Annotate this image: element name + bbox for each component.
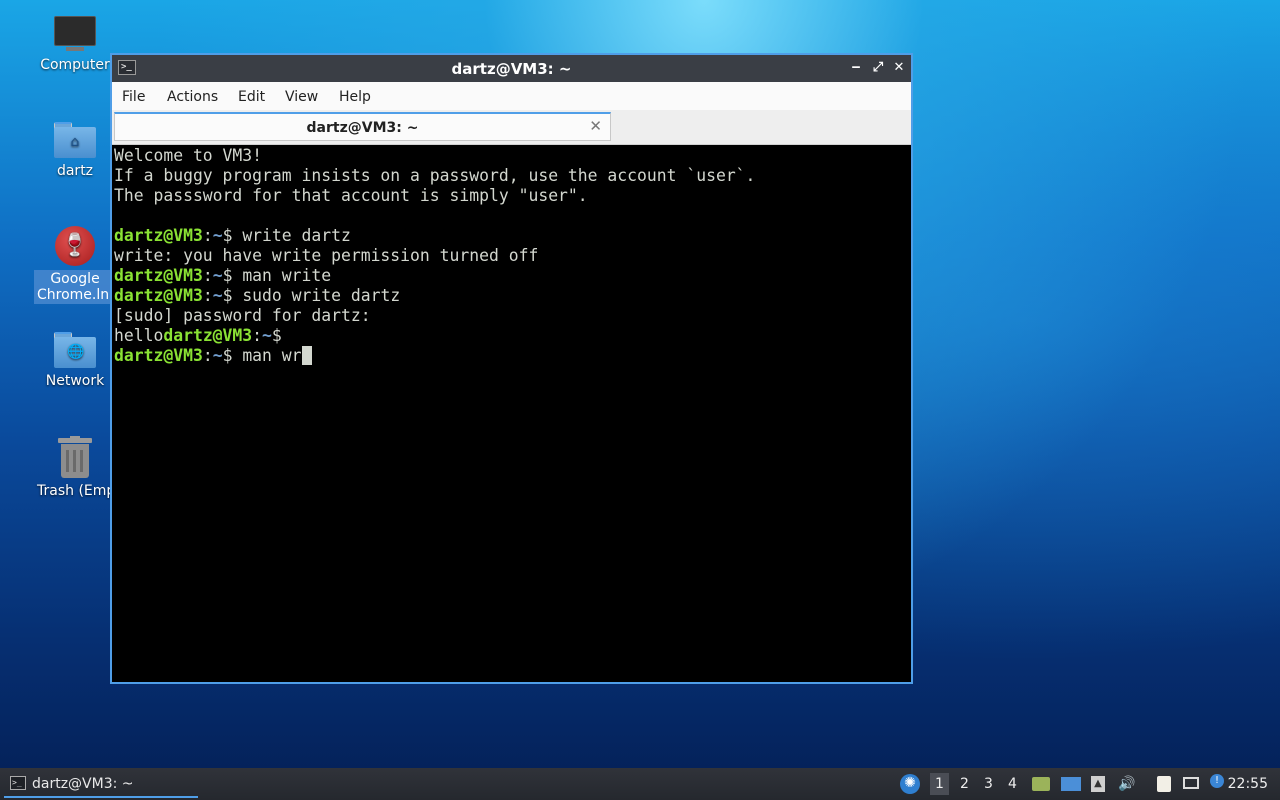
terminal-text: [sudo] password for dartz: — [114, 306, 371, 325]
terminal-line: [sudo] password for dartz: — [114, 306, 911, 326]
menu-edit[interactable]: Edit — [238, 89, 265, 105]
network-folder-icon: 🌐 — [54, 332, 96, 368]
terminal-line: hellodartz@VM3:~$ — [114, 326, 911, 346]
desktop-icon-label: Computer — [40, 57, 110, 73]
terminal-line: write: you have write permission turned … — [114, 246, 911, 266]
terminal-window[interactable]: >_ dartz@VM3: ~ ‒ ⤢ ✕ File Actions Edit … — [110, 53, 913, 684]
prompt-separator: : — [202, 286, 213, 305]
close-button[interactable]: ✕ — [890, 59, 908, 77]
desktop-icon-home[interactable]: ⌂ dartz — [34, 122, 116, 184]
lxqt-icon[interactable]: ✺ — [900, 774, 920, 794]
terminal-text: man wr — [242, 346, 302, 365]
wine-icon: 🍷 — [55, 226, 95, 266]
minimize-button[interactable]: ‒ — [847, 59, 865, 77]
terminal-text: The passsword for that account is simply… — [114, 186, 588, 205]
desktop-icon-label: dartz — [56, 163, 94, 179]
prompt-user: dartz@VM3 — [114, 286, 203, 305]
taskbar-task-terminal[interactable]: >_ dartz@VM3: ~ — [4, 770, 198, 798]
eject-icon[interactable]: ▲ — [1091, 776, 1105, 792]
menu-file[interactable]: File — [122, 89, 145, 105]
home-folder-icon: ⌂ — [54, 122, 96, 158]
terminal-text: hello — [114, 326, 164, 345]
prompt-separator: : — [202, 266, 213, 285]
terminal-line: dartz@VM3:~$ sudo write dartz — [114, 286, 911, 306]
tab-close-button[interactable]: ✕ — [589, 117, 602, 135]
tab-terminal[interactable]: dartz@VM3: ~ ✕ — [114, 112, 611, 141]
desktop-icon-computer[interactable]: Computer — [34, 16, 116, 78]
prompt-user: dartz@VM3 — [114, 226, 203, 245]
taskbar-task-label: dartz@VM3: ~ — [32, 776, 134, 792]
desktop-icon-trash[interactable]: Trash (Empt — [34, 436, 120, 504]
computer-icon — [54, 16, 96, 52]
prompt-path: ~ — [212, 226, 223, 245]
menu-view[interactable]: View — [285, 89, 318, 105]
tab-label: dartz@VM3: ~ — [306, 120, 419, 136]
display-icon[interactable] — [1061, 777, 1081, 791]
desktop-switch-1[interactable]: 1 — [930, 773, 949, 795]
maximize-button[interactable]: ⤢ — [869, 59, 887, 77]
prompt-path: ~ — [212, 286, 223, 305]
prompt-symbol: $ — [222, 346, 243, 365]
desktop-switch-2[interactable]: 2 — [960, 776, 969, 792]
clock[interactable]: 22:55 — [1228, 776, 1268, 792]
terminal-line: dartz@VM3:~$ man write — [114, 266, 911, 286]
prompt-path: ~ — [212, 266, 223, 285]
clipboard-icon[interactable] — [1157, 776, 1171, 792]
terminal-line: dartz@VM3:~$ write dartz — [114, 226, 911, 246]
desktop-switch-3[interactable]: 3 — [984, 776, 993, 792]
prompt-path: ~ — [262, 326, 272, 345]
terminal-text: man write — [242, 266, 332, 285]
prompt-user: dartz@VM3 — [114, 346, 203, 365]
prompt-separator: : — [202, 226, 213, 245]
terminal-text: write dartz — [242, 226, 351, 245]
prompt-symbol: $ — [222, 226, 243, 245]
window-title: dartz@VM3: ~ — [451, 60, 572, 78]
desktop-icon-network[interactable]: 🌐 Network — [34, 332, 116, 394]
taskbar: >_ dartz@VM3: ~ ✺ 1 2 3 4 ▲ 🔊 ! 22:55 — [0, 768, 1280, 800]
desktop-icon-google-chrome[interactable]: 🍷 Google Chrome.lnk — [34, 226, 116, 304]
terminal-cursor — [301, 346, 312, 365]
terminal-line: dartz@VM3:~$ man wr — [114, 346, 911, 366]
desktop-switch-4[interactable]: 4 — [1008, 776, 1017, 792]
terminal-text: write: you have write permission turned … — [114, 246, 539, 265]
prompt-user: dartz@VM3 — [163, 326, 253, 345]
prompt-user: dartz@VM3 — [114, 266, 203, 285]
menu-help[interactable]: Help — [339, 89, 371, 105]
desktop-icon-label: Network — [45, 373, 105, 389]
desktop-icon-label-line1: Google — [50, 271, 100, 287]
prompt-path: ~ — [212, 346, 223, 365]
network-icon[interactable] — [1183, 777, 1199, 789]
menu-actions[interactable]: Actions — [167, 89, 218, 105]
prompt-separator: : — [252, 326, 263, 345]
terminal-text: sudo write dartz — [242, 286, 401, 305]
terminal-icon: >_ — [10, 776, 26, 790]
terminal-text: Welcome to VM3! — [114, 146, 263, 165]
terminal-line: If a buggy program insists on a password… — [114, 166, 911, 186]
prompt-separator: : — [202, 346, 213, 365]
window-titlebar[interactable]: >_ dartz@VM3: ~ ‒ ⤢ ✕ — [112, 55, 911, 82]
terminal-output[interactable]: Welcome to VM3! If a buggy program insist… — [114, 146, 911, 682]
terminal-line: The passsword for that account is simply… — [114, 186, 911, 206]
desktop-icon-label-line2: Chrome.lnk — [37, 287, 116, 303]
update-icon[interactable]: ! — [1210, 774, 1224, 788]
trash-icon — [58, 436, 92, 478]
menubar: File Actions Edit View Help — [112, 82, 911, 110]
files-icon[interactable] — [1032, 777, 1050, 791]
terminal-line: Welcome to VM3! — [114, 146, 911, 166]
volume-icon[interactable]: 🔊 — [1118, 775, 1136, 793]
prompt-symbol: $ — [222, 286, 243, 305]
prompt-symbol: $ — [222, 266, 243, 285]
prompt-symbol: $ — [271, 326, 282, 345]
tab-bar: dartz@VM3: ~ ✕ — [112, 110, 911, 145]
terminal-text: If a buggy program insists on a password… — [114, 166, 756, 185]
desktop-icon-label: Trash (Empt — [37, 483, 120, 499]
